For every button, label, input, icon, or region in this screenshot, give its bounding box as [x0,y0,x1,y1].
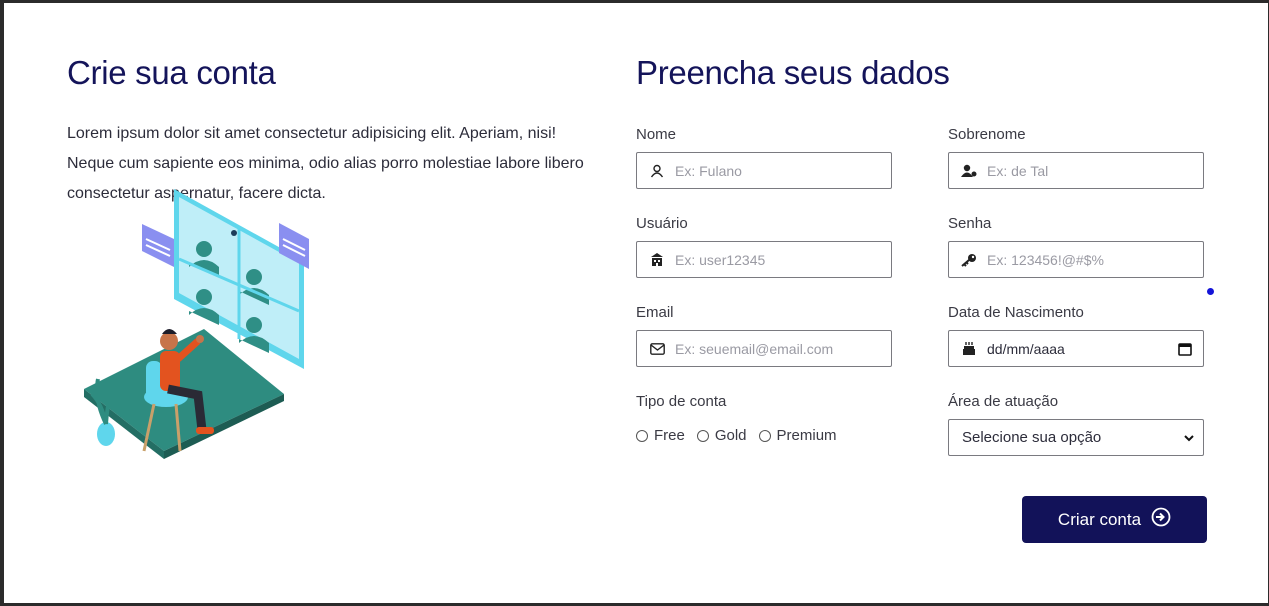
radio-free-label: Free [654,427,685,444]
sobrenome-field: Sobrenome Ex: de Tal [948,125,1204,189]
tipo-conta-radio-group: Free Gold Premium [636,427,892,444]
nome-field: Nome Ex: Fulano [636,125,892,189]
email-field: Email Ex: seuemail@email.com [636,303,892,367]
tipo-conta-field: Tipo de conta Free Gold Premium [636,392,892,444]
email-placeholder: Ex: seuemail@email.com [675,340,834,357]
radio-gold-label: Gold [714,427,747,444]
radio-free[interactable]: Free [636,427,685,444]
user-outline-icon [649,163,665,179]
arrow-circle-right-icon [1151,507,1171,532]
nascimento-label: Data de Nascimento [948,304,1084,321]
chevron-down-icon [1184,429,1194,446]
radio-gold-circle[interactable] [696,429,709,442]
senha-placeholder: Ex: 123456!@#$% [987,251,1104,268]
criar-conta-button[interactable]: Criar conta [1022,496,1207,543]
indicator-dot [1207,288,1214,295]
sobrenome-placeholder: Ex: de Tal [987,162,1049,179]
nascimento-input[interactable]: dd/mm/aaaa [948,330,1204,367]
email-label: Email [636,304,674,321]
senha-input[interactable]: Ex: 123456!@#$% [948,241,1204,278]
calendar-icon[interactable] [1178,342,1192,356]
criar-conta-label: Criar conta [1057,509,1142,529]
key-icon [961,252,977,268]
radio-premium-circle[interactable] [758,429,771,442]
nome-label: Nome [636,126,677,143]
cake-icon [961,341,977,357]
building-icon [649,252,665,268]
senha-label: Senha [948,215,992,232]
envelope-icon [649,341,665,357]
nome-input[interactable]: Ex: Fulano [636,152,892,189]
user-tag-icon [961,163,977,179]
left-column: Crie sua conta Lorem ipsum dolor sit ame… [67,53,597,209]
area-atuacao-field: Área de atuação Selecione sua opção [948,392,1204,456]
page-title: Crie sua conta [67,54,276,91]
page-frame: Crie sua conta Lorem ipsum dolor sit ame… [4,3,1268,603]
sobrenome-label: Sobrenome [948,126,1026,143]
radio-premium-label: Premium [776,427,837,444]
usuario-field: Usuário Ex: user12345 [636,214,892,278]
video-call-illustration [84,189,309,459]
usuario-placeholder: Ex: user12345 [675,251,766,268]
tipo-conta-label: Tipo de conta [636,393,727,410]
nascimento-field: Data de Nascimento dd/mm/aaaa [948,303,1204,367]
radio-free-circle[interactable] [636,429,648,442]
form-title: Preencha seus dados [636,54,950,91]
email-input[interactable]: Ex: seuemail@email.com [636,330,892,367]
area-atuacao-selected: Selecione sua opção [962,429,1102,446]
sobrenome-input[interactable]: Ex: de Tal [948,152,1204,189]
area-atuacao-label: Área de atuação [948,393,1059,410]
radio-premium[interactable]: Premium [758,427,837,444]
nome-placeholder: Ex: Fulano [675,162,742,179]
area-atuacao-select[interactable]: Selecione sua opção [948,419,1204,456]
senha-field: Senha Ex: 123456!@#$% [948,214,1204,278]
usuario-label: Usuário [636,215,688,232]
signup-form: Preencha seus dados Nome Ex: Fulano Sobr… [636,53,1216,543]
usuario-input[interactable]: Ex: user12345 [636,241,892,278]
radio-gold[interactable]: Gold [696,427,747,444]
nascimento-value: dd/mm/aaaa [987,340,1065,357]
